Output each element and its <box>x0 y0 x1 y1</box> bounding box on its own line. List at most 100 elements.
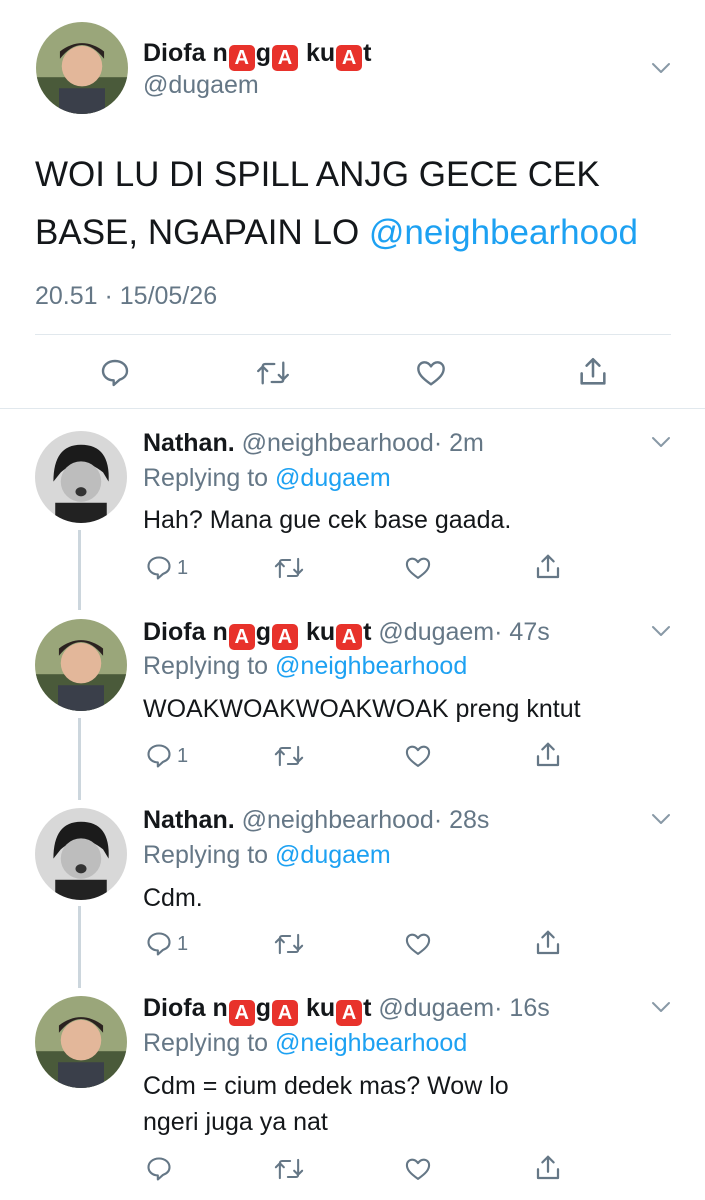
mention-link[interactable]: @neighbearhood <box>275 1029 467 1057</box>
divider <box>0 408 705 409</box>
mention-link[interactable]: @neighbearhood <box>275 652 467 680</box>
like-button[interactable] <box>414 357 448 389</box>
author-name: Nathan. <box>143 429 235 457</box>
main-tweet-text: WOI LU DI SPILL ANJG GECE CEK BASE, NGAP… <box>35 155 638 252</box>
thread-line <box>78 718 81 800</box>
author-handle: @dugaem <box>378 994 495 1022</box>
author-name: Diofa nAgA ku At <box>143 994 372 1026</box>
reply-text: Cdm = cium dedek mas? Wow lo ngeri juga … <box>143 1072 509 1136</box>
retweet-button[interactable] <box>255 357 291 389</box>
retweet-icon <box>274 1158 304 1180</box>
like-button[interactable] <box>403 742 433 770</box>
mention-link[interactable]: @dugaem <box>275 464 391 492</box>
red-a-emoji-icon: A <box>228 45 255 71</box>
reply-text: Hah? Mana gue cek base gaada. <box>143 506 512 534</box>
retweet-icon <box>274 933 304 955</box>
reply-time: · 47s <box>494 618 550 646</box>
reply-count: 1 <box>177 744 189 767</box>
reply-author-avatar[interactable] <box>35 996 127 1088</box>
share-button[interactable] <box>576 355 610 389</box>
author-name: Diofa nAgA ku At <box>143 618 372 650</box>
retweet-button[interactable] <box>273 930 305 958</box>
divider <box>35 334 671 335</box>
retweet-button[interactable] <box>273 742 305 770</box>
reply-button[interactable]: 1 <box>145 742 188 770</box>
like-icon <box>405 933 431 955</box>
like-icon <box>417 361 445 386</box>
reply-author-avatar[interactable] <box>35 808 127 900</box>
reply-icon <box>147 556 171 580</box>
red-a-emoji-icon: A <box>336 45 363 71</box>
like-button[interactable] <box>403 930 433 958</box>
share-button[interactable] <box>533 1153 563 1183</box>
red-a-emoji-icon: A <box>336 1000 363 1026</box>
mention-link[interactable]: @dugaem <box>275 841 391 869</box>
chevron-down-icon[interactable] <box>651 435 671 449</box>
like-button[interactable] <box>403 1155 433 1183</box>
like-icon <box>405 557 431 579</box>
author-name: Diofa nAgA ku At <box>143 39 372 71</box>
reply-text: Cdm. <box>143 884 203 912</box>
reply-count: 1 <box>177 932 189 955</box>
reply-author-avatar[interactable] <box>35 619 127 711</box>
main-author-avatar[interactable] <box>36 22 128 114</box>
tweet-timestamp[interactable]: 20.51 · 15/05/26 <box>35 282 217 311</box>
red-a-emoji-icon: A <box>228 624 255 650</box>
reply-button[interactable] <box>99 357 131 389</box>
retweet-icon <box>274 745 304 767</box>
reply-button[interactable] <box>145 1155 177 1183</box>
reply-author[interactable]: Nathan. @neighbearhood· 28s <box>143 805 489 835</box>
thread-line <box>78 906 81 988</box>
reply-author[interactable]: Nathan. @neighbearhood· 2m <box>143 428 484 458</box>
like-button[interactable] <box>403 554 433 582</box>
mention-link[interactable]: @neighbearhood <box>369 213 638 252</box>
main-author-handle[interactable]: @dugaem <box>143 70 259 100</box>
reply-count: 1 <box>177 556 189 579</box>
reply-author-avatar[interactable] <box>35 431 127 523</box>
red-a-emoji-icon: A <box>272 1000 298 1026</box>
reply-author[interactable]: Diofa nAgA ku At @dugaem· 16s <box>143 993 550 1026</box>
chevron-down-icon[interactable] <box>651 812 671 826</box>
reply-button[interactable]: 1 <box>145 554 188 582</box>
red-a-emoji-icon: A <box>272 624 298 650</box>
author-name: Nathan. <box>143 806 235 834</box>
reply-time: · 16s <box>494 994 550 1022</box>
reply-author[interactable]: Diofa nAgA ku At @dugaem· 47s <box>143 617 550 650</box>
main-author-name[interactable]: Diofa nAgA ku At <box>143 38 371 71</box>
like-icon <box>405 1158 431 1180</box>
reply-button[interactable]: 1 <box>145 930 188 958</box>
replying-to: Replying to @dugaem <box>143 464 391 492</box>
retweet-icon <box>257 361 289 385</box>
red-a-emoji-icon: A <box>336 624 363 650</box>
chevron-down-icon[interactable] <box>651 61 671 75</box>
reply-icon <box>147 744 171 768</box>
reply-time: · 28s <box>433 806 490 834</box>
like-icon <box>405 745 431 767</box>
share-icon <box>536 1155 560 1180</box>
thread-line <box>78 530 81 610</box>
replying-to: Replying to @neighbearhood <box>143 652 468 680</box>
chevron-down-icon[interactable] <box>651 624 671 638</box>
author-handle: @neighbearhood <box>241 429 434 457</box>
share-icon <box>580 357 606 385</box>
share-icon <box>536 930 560 955</box>
share-icon <box>536 742 560 767</box>
red-a-emoji-icon: A <box>272 45 298 71</box>
author-handle: @neighbearhood <box>241 806 434 834</box>
share-icon <box>536 554 560 579</box>
author-handle: @dugaem <box>378 618 495 646</box>
chevron-down-icon[interactable] <box>651 1000 671 1014</box>
reply-icon <box>147 1157 171 1181</box>
reply-icon <box>101 359 129 387</box>
share-button[interactable] <box>533 740 563 770</box>
retweet-button[interactable] <box>273 554 305 582</box>
retweet-icon <box>274 557 304 579</box>
retweet-button[interactable] <box>273 1155 305 1183</box>
replying-to: Replying to @neighbearhood <box>143 1029 468 1057</box>
reply-time: · 2m <box>433 429 484 457</box>
red-a-emoji-icon: A <box>228 1000 255 1026</box>
share-button[interactable] <box>533 928 563 958</box>
replying-to: Replying to @dugaem <box>143 841 391 869</box>
reply-icon <box>147 932 171 956</box>
share-button[interactable] <box>533 552 563 582</box>
